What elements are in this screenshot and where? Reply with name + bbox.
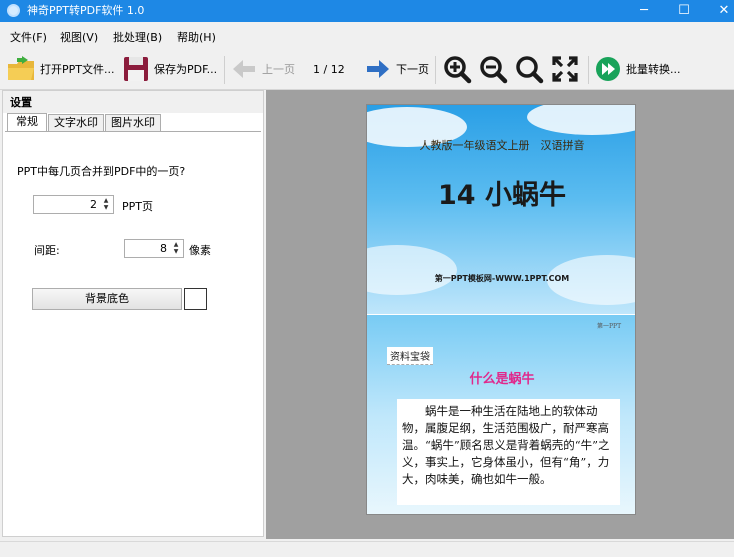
spinner-arrows-icon[interactable]: ▲ ▼ (101, 197, 111, 212)
cloud-decoration (367, 245, 457, 295)
toolbar: 打开PPT文件... 保存为PDF... 上一页 1 / 12 下一页 批量转换… (0, 50, 734, 90)
batch-convert-button[interactable]: 批量转换... (626, 63, 681, 77)
general-tab-content (5, 131, 261, 534)
slide-title: 14 小蜗牛 (438, 180, 566, 211)
merge-question-label: PPT中每几页合并到PDF中的一页? (17, 165, 186, 178)
status-bar (0, 541, 734, 557)
toolbar-separator (435, 56, 436, 84)
slide-heading: 什么是蜗牛 (469, 372, 535, 387)
maximize-button[interactable]: ☐ (664, 0, 704, 22)
save-pdf-button[interactable]: 保存为PDF... (154, 63, 217, 77)
save-disk-icon[interactable] (121, 54, 151, 84)
toolbar-separator (224, 56, 225, 84)
slide-body-paragraph: 蜗牛是一种生活在陆地上的软体动物，属腹足纲，生活范围极广，耐严寒高温。“蜗牛”顾… (402, 404, 610, 486)
spacing-unit-label: 像素 (189, 244, 211, 257)
pages-unit-label: PPT页 (122, 200, 153, 213)
pdf-page-preview: 人教版一年级语文上册 汉语拼音 14 小蜗牛 第一PPT模板网-WWW.1PPT… (366, 104, 636, 515)
zoom-in-icon[interactable] (442, 54, 472, 84)
title-bar: 神奇PPT转PDF软件 1.0 ─ ☐ ✕ (0, 0, 734, 22)
settings-title: 设置 (10, 96, 32, 109)
menu-file[interactable]: 文件(F) (10, 30, 47, 46)
pages-per-sheet-stepper[interactable]: 2 ▲ ▼ (33, 195, 114, 214)
spacing-stepper[interactable]: 8 ▲ ▼ (124, 239, 184, 258)
background-color-swatch[interactable] (184, 288, 207, 310)
slide-2: 第一PPT 资料宝袋 什么是蜗牛 蜗牛是一种生活在陆地上的软体动物，属腹足纲，生… (367, 315, 635, 514)
menu-bar: 文件(F) 视图(V) 批处理(B) 帮助(H) (0, 28, 734, 48)
menu-batch[interactable]: 批处理(B) (113, 30, 162, 46)
close-button[interactable]: ✕ (704, 0, 734, 22)
zoom-icon[interactable] (514, 54, 544, 84)
next-page-button[interactable]: 下一页 (396, 63, 429, 77)
folder-open-icon[interactable] (6, 54, 36, 84)
background-color-button[interactable]: 背景底色 (32, 288, 182, 310)
spinner-arrows-icon[interactable]: ▲ ▼ (171, 241, 181, 256)
cloud-decoration (527, 105, 635, 135)
fit-screen-icon[interactable] (550, 54, 580, 84)
settings-panel: 设置 常规 文字水印 图片水印 PPT中每几页合并到PDF中的一页? 2 ▲ ▼ … (2, 90, 264, 537)
preview-area[interactable]: 人教版一年级语文上册 汉语拼音 14 小蜗牛 第一PPT模板网-WWW.1PPT… (266, 90, 734, 539)
slide-brand: 第一PPT (597, 323, 622, 330)
spacing-value[interactable]: 8 (160, 242, 167, 255)
menu-view[interactable]: 视图(V) (60, 30, 98, 46)
slide-1: 人教版一年级语文上册 汉语拼音 14 小蜗牛 第一PPT模板网-WWW.1PPT… (367, 105, 635, 314)
prev-page-button[interactable]: 上一页 (262, 63, 295, 77)
tab-image-watermark[interactable]: 图片水印 (105, 114, 161, 132)
tab-text-watermark[interactable]: 文字水印 (48, 114, 104, 132)
page-indicator: 1 / 12 (313, 63, 345, 76)
slide-tag: 资料宝袋 (387, 347, 433, 365)
zoom-out-icon[interactable] (478, 54, 508, 84)
slide-footer: 第一PPT模板网-WWW.1PPT.COM (434, 274, 570, 283)
arrow-left-icon[interactable] (229, 54, 259, 84)
spacing-label: 间距: (34, 244, 60, 257)
tab-general[interactable]: 常规 (7, 113, 47, 132)
window-title: 神奇PPT转PDF软件 1.0 (27, 4, 145, 17)
menu-help[interactable]: 帮助(H) (177, 30, 216, 46)
slide-body-text: 蜗牛是一种生活在陆地上的软体动物，属腹足纲，生活范围极广，耐严寒高温。“蜗牛”顾… (397, 399, 620, 505)
minimize-button[interactable]: ─ (624, 0, 664, 22)
batch-convert-icon[interactable] (593, 54, 623, 84)
toolbar-separator (588, 56, 589, 84)
slide-subtitle: 人教版一年级语文上册 汉语拼音 (419, 139, 585, 152)
open-ppt-button[interactable]: 打开PPT文件... (40, 63, 114, 77)
arrow-right-icon[interactable] (363, 54, 393, 84)
app-logo-icon (7, 4, 20, 17)
pages-per-sheet-value[interactable]: 2 (90, 198, 97, 211)
settings-header: 设置 (3, 91, 263, 113)
